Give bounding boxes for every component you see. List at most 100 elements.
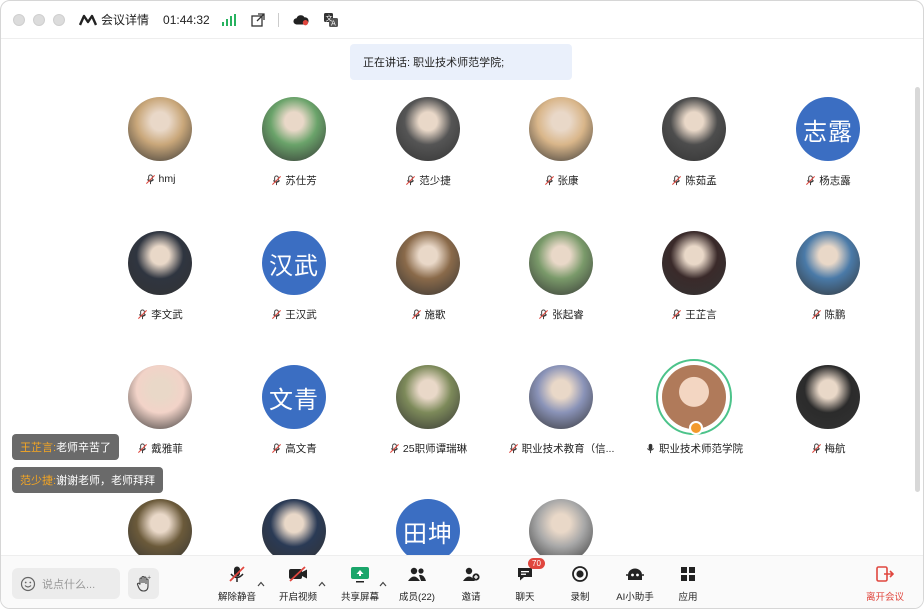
quick-chat-input[interactable]: 说点什么... xyxy=(12,568,120,599)
toolbar-label: 邀请 xyxy=(461,592,481,603)
participant-name: 陈茹孟 xyxy=(685,175,717,187)
avatar-photo xyxy=(529,231,593,295)
share-screen-icon xyxy=(349,564,371,584)
leave-meeting-button[interactable]: 离开会议 xyxy=(861,564,909,604)
chat-icon: 70 xyxy=(514,558,545,584)
participant-name-row: 范少捷 xyxy=(361,173,495,188)
participant-name: 25职师谭瑞琳 xyxy=(402,443,468,455)
participant-tile[interactable]: 苏仕芳 xyxy=(227,97,361,207)
title-bar: 会议详情 01:44:32 文A xyxy=(1,1,923,39)
record-button[interactable]: 录制 xyxy=(556,564,604,604)
participant-tile[interactable]: 志露 杨志露 xyxy=(761,97,895,207)
participant-name: 张康 xyxy=(557,175,579,187)
close-window-button[interactable] xyxy=(13,13,25,26)
popout-icon[interactable] xyxy=(250,12,266,28)
participant-name-row: 高文青 xyxy=(227,441,361,456)
participant-name: 职业技术教育（信... xyxy=(521,443,615,455)
participant-name: 陈鹏 xyxy=(824,309,846,321)
participant-name-row: 王芷言 xyxy=(627,307,761,322)
network-signal-icon[interactable] xyxy=(221,13,236,26)
participant-tile[interactable]: 范少捷 xyxy=(361,97,495,207)
participant-name-row: 25职师谭瑞琳 xyxy=(361,441,495,456)
participant-tile[interactable]: 王芷言 xyxy=(627,231,761,341)
avatar-photo xyxy=(128,231,192,295)
participant-tile[interactable]: 张康 xyxy=(494,97,628,207)
toolbar-label: 成员(22) xyxy=(399,592,435,603)
participant-tile[interactable]: 职业技术教育（信... xyxy=(494,365,628,475)
avatar-initials: 田坤 xyxy=(396,499,460,563)
participant-tile[interactable]: 陈鹏 xyxy=(761,231,895,341)
participant-name-row: 苏仕芳 xyxy=(227,173,361,188)
meeting-details-link[interactable]: 会议详情 xyxy=(101,11,149,28)
chat-button[interactable]: 70 聊天 xyxy=(501,558,549,604)
mic-muted-icon xyxy=(544,175,555,186)
chat-bubble[interactable]: 王芷言: 老师辛苦了 xyxy=(12,434,120,460)
camera-off-button[interactable]: 开启视频 xyxy=(274,564,322,604)
toolbar-label: 应用 xyxy=(678,592,698,603)
participant-name-row: 陈鹏 xyxy=(761,307,895,322)
participant-tile[interactable]: 李文武 xyxy=(93,231,227,341)
avatar-photo xyxy=(662,97,726,161)
meeting-window: 会议详情 01:44:32 文A 正在讲话: 职业技术师范学院; hmj 苏仕芳范… xyxy=(0,0,924,609)
emoji-icon[interactable] xyxy=(20,576,36,592)
cloud-record-icon[interactable] xyxy=(293,12,309,28)
toolbar-label: 开启视频 xyxy=(278,592,317,603)
participant-tile[interactable]: 梅航 xyxy=(761,365,895,475)
minimize-window-button[interactable] xyxy=(33,13,45,26)
participant-name-row: 王汉武 xyxy=(227,307,361,322)
participant-tile[interactable]: 陈茹孟 xyxy=(627,97,761,207)
mic-muted-icon xyxy=(671,309,682,320)
meeting-toolbar: 说点什么... + 解除静音 开启视频 共享屏幕 成员(22) 邀请 70 聊天 录制 AI小助… xyxy=(1,555,923,608)
members-icon xyxy=(406,564,428,584)
avatar-photo xyxy=(396,97,460,161)
mic-muted-button[interactable]: 解除静音 xyxy=(213,564,261,604)
participant-tile[interactable]: 25职师谭瑞琳 xyxy=(361,365,495,475)
participant-tile[interactable]: 张起睿 xyxy=(494,231,628,341)
apps-button[interactable]: 应用 xyxy=(664,564,712,604)
avatar-photo xyxy=(262,499,326,563)
zoom-window-button[interactable] xyxy=(53,13,65,26)
mic-muted-icon xyxy=(271,443,282,454)
avatar-photo xyxy=(128,365,192,429)
invite-button[interactable]: 邀请 xyxy=(447,564,495,604)
participant-tile[interactable]: hmj xyxy=(93,97,227,207)
ai-assistant-icon xyxy=(624,564,646,584)
chevron-up-icon[interactable] xyxy=(257,580,265,588)
members-button[interactable]: 成员(22) xyxy=(393,564,441,604)
participant-name-row: hmj xyxy=(93,173,227,185)
mic-muted-icon xyxy=(671,175,682,186)
mic-muted-icon xyxy=(137,309,148,320)
participant-name-row: 张起睿 xyxy=(494,307,628,322)
participant-name-row: 张康 xyxy=(494,173,628,188)
grid-scrollbar[interactable] xyxy=(915,87,920,492)
participant-tile[interactable]: 汉武 王汉武 xyxy=(227,231,361,341)
chevron-up-icon[interactable] xyxy=(379,580,387,588)
avatar-photo xyxy=(796,365,860,429)
raise-hand-button[interactable]: + xyxy=(128,568,159,599)
participant-name: 张起睿 xyxy=(552,309,584,321)
mic-muted-icon xyxy=(805,175,816,186)
participant-name: 戴雅菲 xyxy=(151,443,183,455)
ai-assistant-button[interactable]: AI小助手 xyxy=(611,564,659,604)
avatar-initials: 志露 xyxy=(796,97,860,161)
participant-tile[interactable]: 施歌 xyxy=(361,231,495,341)
titlebar-divider xyxy=(277,12,279,27)
chat-sender: 王芷言: xyxy=(20,442,57,454)
participant-tile[interactable]: 职业技术师范学院 xyxy=(627,359,761,475)
participant-tile[interactable]: 文青 高文青 xyxy=(227,365,361,475)
chat-message: 谢谢老师，老师拜拜 xyxy=(56,475,156,487)
participant-name: 王汉武 xyxy=(285,309,317,321)
chat-bubble[interactable]: 范少捷: 谢谢老师，老师拜拜 xyxy=(12,467,164,493)
translate-icon[interactable]: 文A xyxy=(323,12,339,28)
leave-meeting-label: 离开会议 xyxy=(865,592,904,603)
participant-name-row: 陈茹孟 xyxy=(627,173,761,188)
avatar-photo xyxy=(529,365,593,429)
record-icon xyxy=(569,564,591,584)
share-screen-button[interactable]: 共享屏幕 xyxy=(336,564,384,604)
chevron-up-icon[interactable] xyxy=(318,580,326,588)
meeting-timer: 01:44:32 xyxy=(163,12,210,27)
mic-muted-icon xyxy=(508,443,519,454)
camera-off-icon xyxy=(287,564,309,584)
active-speaker-banner: 正在讲话: 职业技术师范学院; xyxy=(350,44,572,80)
exit-icon xyxy=(874,564,896,584)
